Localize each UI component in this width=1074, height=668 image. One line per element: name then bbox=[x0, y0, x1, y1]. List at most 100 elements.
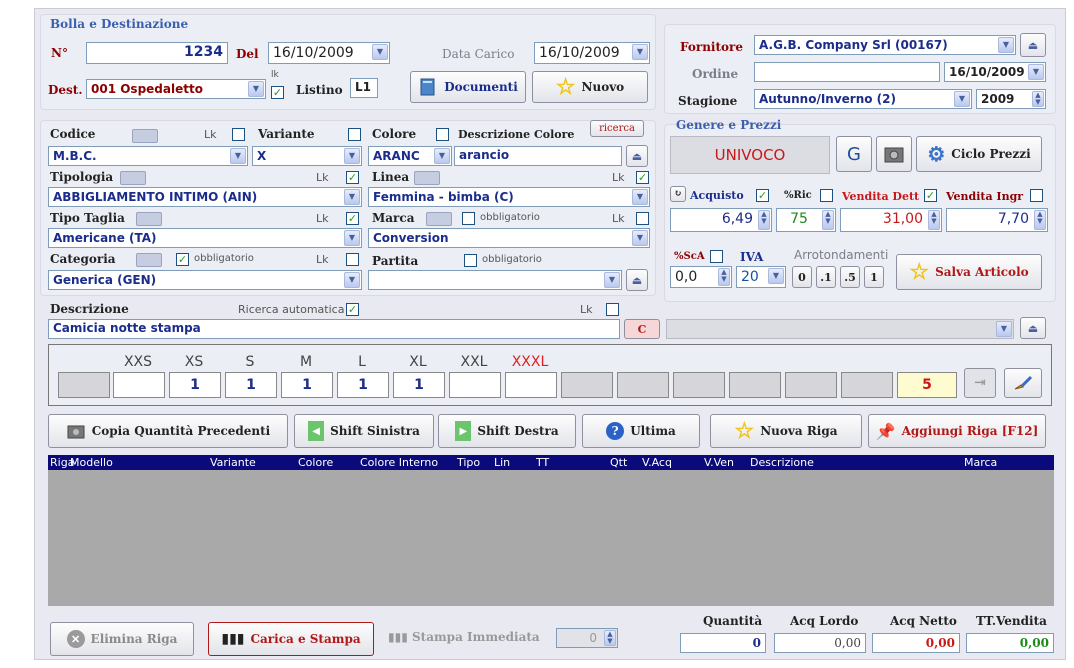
descrizione-field[interactable]: Camicia notte stampa bbox=[48, 319, 620, 339]
qty-cell[interactable]: 1 bbox=[337, 372, 389, 398]
chevron-down-icon[interactable]: ▼ bbox=[344, 272, 360, 288]
qty-cell[interactable]: 1 bbox=[225, 372, 277, 398]
ric-checkbox[interactable] bbox=[820, 189, 833, 202]
tipologia-image-icon[interactable] bbox=[120, 171, 146, 185]
variante-combo[interactable]: X ▼ bbox=[252, 146, 362, 166]
descrizione-lk-checkbox[interactable] bbox=[606, 303, 619, 316]
linea-lk-checkbox[interactable]: ✓ bbox=[636, 171, 649, 184]
dest-lock-checkbox[interactable]: ✓ bbox=[271, 86, 284, 99]
ric-stepper[interactable]: 75 ▲ ▼ bbox=[776, 208, 836, 232]
camera-button[interactable] bbox=[876, 136, 912, 172]
partita-obbligatorio-checkbox[interactable] bbox=[464, 254, 477, 267]
column-header[interactable]: Descrizione bbox=[750, 456, 814, 469]
acquisto-stepper[interactable]: 6,49 ▲ ▼ bbox=[670, 208, 772, 232]
qty-cell[interactable] bbox=[113, 372, 165, 398]
stampa-copies-stepper[interactable]: 0 ▲ ▼ bbox=[556, 628, 618, 648]
descrizione-lookup-button[interactable]: ⏏ bbox=[1020, 317, 1046, 339]
del-date-picker[interactable]: 16/10/2009 ▼ bbox=[268, 42, 390, 64]
marca-combo[interactable]: Conversion ▼ bbox=[368, 228, 650, 248]
acquisto-checkbox[interactable]: ✓ bbox=[756, 189, 769, 202]
aggiungi-riga-button[interactable]: 📌 Aggiungi Riga [F12] bbox=[868, 414, 1046, 448]
chevron-down-icon[interactable]: ▼ bbox=[372, 44, 388, 60]
ricerca-button[interactable]: ricerca bbox=[590, 120, 644, 137]
sca-checkbox[interactable] bbox=[710, 250, 723, 263]
carica-stampa-button[interactable]: ▮▮▮ Carica e Stampa bbox=[208, 622, 374, 656]
marca-lk-checkbox[interactable] bbox=[636, 212, 649, 225]
colore-checkbox[interactable] bbox=[436, 128, 449, 141]
tipologia-combo[interactable]: ABBIGLIAMENTO INTIMO (AIN) ▼ bbox=[48, 187, 362, 207]
linea-image-icon[interactable] bbox=[414, 171, 440, 185]
tipologia-lk-checkbox[interactable]: ✓ bbox=[346, 171, 359, 184]
arrotondamento-1-button[interactable]: 1 bbox=[864, 266, 884, 288]
arrotondamento-01-button[interactable]: .1 bbox=[816, 266, 836, 288]
ordine-date-picker[interactable]: 16/10/2009 ▼ bbox=[944, 62, 1046, 82]
column-header[interactable]: Colore Interno bbox=[360, 456, 438, 469]
spin-icon[interactable]: ▲ ▼ bbox=[928, 210, 940, 230]
desc-colore-field[interactable]: arancio bbox=[454, 146, 622, 166]
partita-lookup-button[interactable]: ⏏ bbox=[626, 269, 648, 291]
nuovo-button[interactable]: ☆ Nuovo bbox=[532, 71, 648, 103]
chevron-down-icon[interactable]: ▼ bbox=[998, 37, 1014, 53]
ricerca-automatica-checkbox[interactable]: ✓ bbox=[346, 303, 359, 316]
column-header[interactable]: Marca bbox=[964, 456, 997, 469]
dest-combo[interactable]: 001 Ospedaletto ▼ bbox=[86, 79, 266, 99]
sca-stepper[interactable]: 0,0 ▲ ▼ bbox=[670, 266, 732, 288]
arrotondamento-0-button[interactable]: 0 bbox=[792, 266, 812, 288]
chevron-down-icon[interactable]: ▼ bbox=[230, 148, 246, 164]
refresh-button[interactable]: ↻ bbox=[670, 186, 686, 202]
spin-icon[interactable]: ▲ ▼ bbox=[758, 210, 770, 230]
column-header[interactable]: Tipo bbox=[457, 456, 480, 469]
linea-combo[interactable]: Femmina - bimba (C) ▼ bbox=[368, 187, 650, 207]
anno-stepper[interactable]: 2009 ▲ ▼ bbox=[976, 89, 1046, 109]
categoria-obbligatorio-checkbox[interactable]: ✓ bbox=[176, 253, 189, 266]
codice-image-icon[interactable] bbox=[132, 129, 158, 143]
spin-icon[interactable]: ▲ ▼ bbox=[718, 268, 730, 286]
qty-cell[interactable] bbox=[505, 372, 557, 398]
chevron-down-icon[interactable]: ▼ bbox=[248, 81, 264, 97]
chevron-down-icon[interactable]: ▼ bbox=[996, 321, 1012, 337]
grid-body[interactable] bbox=[48, 470, 1054, 606]
fornitore-combo[interactable]: A.G.B. Company Srl (00167) ▼ bbox=[754, 35, 1016, 55]
ciclo-prezzi-button[interactable]: ⚙ Ciclo Prezzi bbox=[916, 136, 1042, 172]
vendita-dett-stepper[interactable]: 31,00 ▲ ▼ bbox=[840, 208, 942, 232]
qty-cell[interactable]: 1 bbox=[393, 372, 445, 398]
elimina-riga-button[interactable]: ✕ Elimina Riga bbox=[50, 622, 194, 656]
spin-icon[interactable]: ▲ ▼ bbox=[1032, 91, 1044, 107]
chevron-down-icon[interactable]: ▼ bbox=[1028, 64, 1044, 80]
qty-cell[interactable] bbox=[449, 372, 501, 398]
column-header[interactable]: V.Ven bbox=[704, 456, 734, 469]
chevron-down-icon[interactable]: ▼ bbox=[604, 272, 620, 288]
marca-image-icon[interactable] bbox=[426, 212, 452, 226]
n-field[interactable]: 1234 bbox=[86, 42, 228, 64]
tipo-taglia-lk-checkbox[interactable]: ✓ bbox=[346, 212, 359, 225]
codice-lk-checkbox[interactable] bbox=[232, 128, 245, 141]
tipo-taglia-image-icon[interactable] bbox=[136, 212, 162, 226]
column-header[interactable]: Modello bbox=[70, 456, 113, 469]
chevron-down-icon[interactable]: ▼ bbox=[632, 230, 648, 246]
vendita-dett-checkbox[interactable]: ✓ bbox=[924, 189, 937, 202]
chevron-down-icon[interactable]: ▼ bbox=[954, 91, 970, 107]
nuova-riga-button[interactable]: ☆ Nuova Riga bbox=[710, 414, 862, 448]
vendita-ingr-stepper[interactable]: 7,70 ▲ ▼ bbox=[946, 208, 1048, 232]
export-button[interactable]: ⇥ bbox=[964, 368, 996, 398]
spin-icon[interactable]: ▲ ▼ bbox=[822, 210, 834, 230]
variante-checkbox[interactable] bbox=[348, 128, 361, 141]
shift-destra-button[interactable]: ▶ Shift Destra bbox=[438, 414, 576, 448]
colore-combo[interactable]: ARANC ▼ bbox=[368, 146, 452, 166]
categoria-image-icon[interactable] bbox=[136, 253, 162, 267]
chevron-down-icon[interactable]: ▼ bbox=[344, 148, 360, 164]
g-button[interactable]: G bbox=[836, 136, 872, 172]
categoria-lk-checkbox[interactable] bbox=[346, 253, 359, 266]
c-button[interactable]: C bbox=[624, 319, 660, 339]
spin-icon[interactable]: ▲ ▼ bbox=[1034, 210, 1046, 230]
column-header[interactable]: Lin bbox=[494, 456, 510, 469]
column-header[interactable]: Variante bbox=[210, 456, 256, 469]
chevron-down-icon[interactable]: ▼ bbox=[768, 268, 784, 284]
stagione-combo[interactable]: Autunno/Inverno (2) ▼ bbox=[754, 89, 972, 109]
qty-cell[interactable]: 1 bbox=[169, 372, 221, 398]
clear-brush-button[interactable] bbox=[1004, 368, 1042, 398]
column-header[interactable]: V.Acq bbox=[642, 456, 672, 469]
tipo-taglia-combo[interactable]: Americane (TA) ▼ bbox=[48, 228, 362, 248]
partita-combo[interactable]: ▼ bbox=[368, 270, 622, 290]
descrizione-extra-combo[interactable]: ▼ bbox=[666, 319, 1014, 339]
